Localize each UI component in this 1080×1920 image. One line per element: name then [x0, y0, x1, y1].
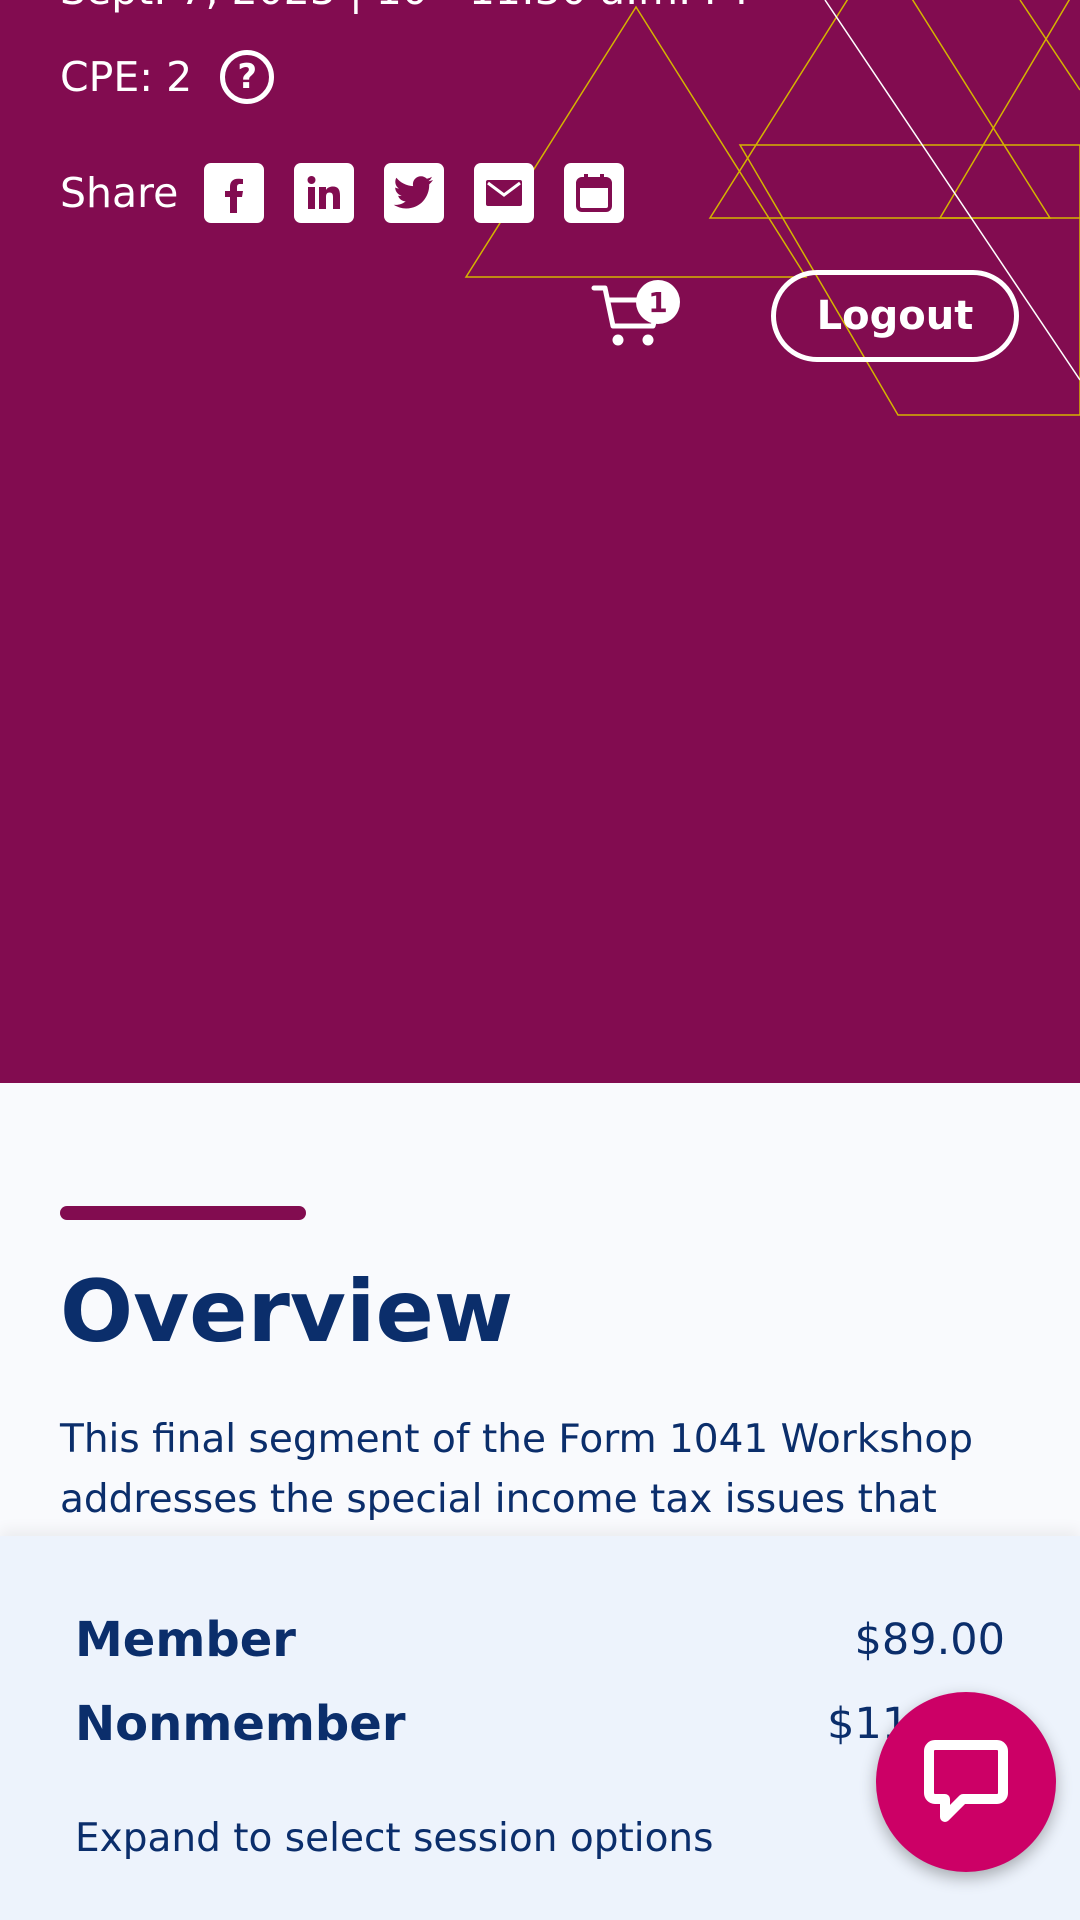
calendar-icon: [576, 174, 613, 212]
cart-count-badge: 1: [636, 280, 680, 324]
facebook-share-button[interactable]: [204, 163, 265, 223]
price-row-nonmember: Nonmember $119.00: [75, 1696, 1005, 1752]
price-label: Nonmember: [75, 1696, 406, 1752]
help-icon[interactable]: ?: [220, 50, 275, 104]
overview-title: Overview: [60, 1262, 514, 1362]
hero-banner: Sept. 7, 2023 | 10 - 11:30 a.m. PT CPE: …: [0, 0, 1080, 1083]
price-row-member: Member $89.00: [75, 1612, 1005, 1668]
twitter-icon: [394, 176, 434, 209]
calendar-share-button[interactable]: [564, 163, 625, 223]
cpe-credits: CPE: 2 ?: [60, 50, 275, 104]
chat-bubble-icon: [924, 1740, 1008, 1822]
twitter-share-button[interactable]: [384, 163, 445, 223]
email-icon: [486, 180, 523, 206]
facebook-icon: [225, 178, 244, 213]
share-bar: Share: [60, 163, 654, 223]
linkedin-share-button[interactable]: [294, 163, 355, 223]
chat-button[interactable]: [876, 1692, 1056, 1872]
event-date: Sept. 7, 2023 | 10 - 11:30 a.m. PT: [60, 0, 754, 11]
email-share-button[interactable]: [474, 163, 535, 223]
price-label: Member: [75, 1612, 296, 1668]
cpe-label: CPE: 2: [60, 53, 193, 101]
overview-text: This final segment of the Form 1041 Work…: [60, 1417, 974, 1522]
price-value: $89.00: [854, 1615, 1005, 1665]
section-accent-bar: [60, 1206, 306, 1220]
expand-session-options[interactable]: Expand to select session options: [75, 1816, 713, 1861]
share-label: Share: [60, 169, 179, 217]
logout-button[interactable]: Logout: [771, 270, 1019, 362]
linkedin-icon: [307, 176, 341, 209]
